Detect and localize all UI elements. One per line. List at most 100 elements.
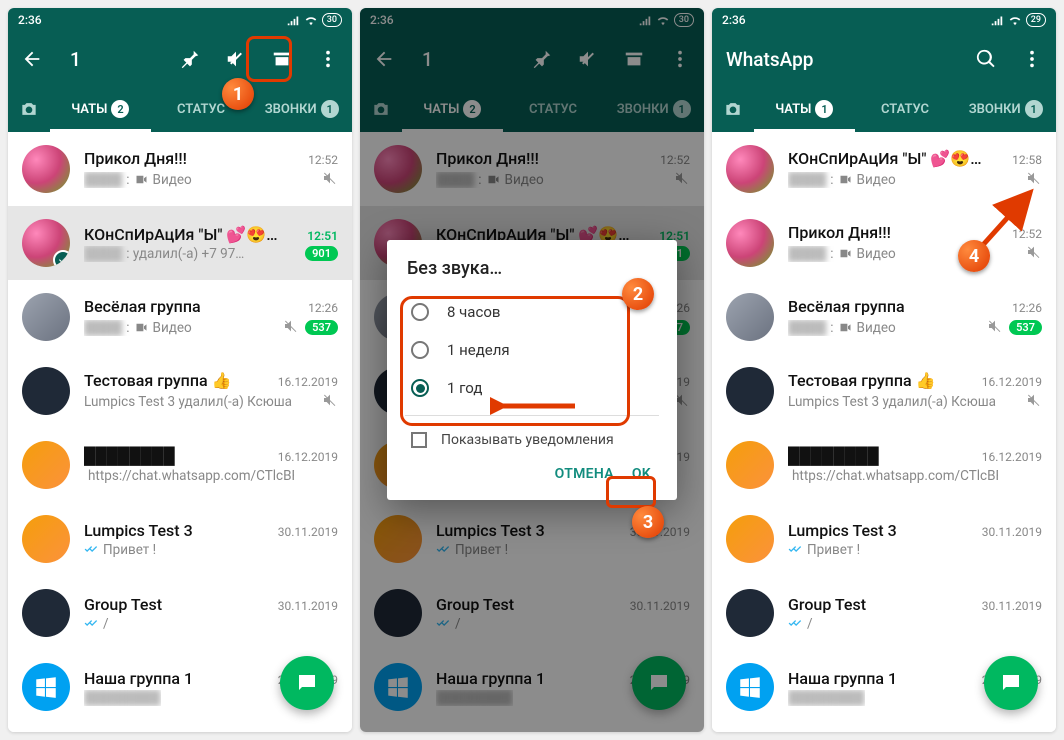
phone-screen-3: 2:36 29 WhatsApp ЧАТЫ1 СТАТУС ЗВОНКИ1 КО… (712, 8, 1056, 732)
cancel-button[interactable]: ОТМЕНА (555, 466, 614, 482)
chat-time: 12:26 (1012, 301, 1042, 315)
chat-list[interactable]: Прикол Дня!!!12:52████: ВидеоКОнСпИрАцИя… (8, 132, 352, 732)
chat-row[interactable]: ████████16.12.2019 https://chat.whatsapp… (8, 428, 352, 502)
signal-icon (286, 13, 300, 27)
chat-meta (322, 392, 338, 412)
chat-time: 30.11.2019 (278, 599, 338, 613)
signal-icon (990, 13, 1004, 27)
chat-row[interactable]: Lumpics Test 330.11.2019 Привет ! (8, 502, 352, 576)
app-title: WhatsApp (720, 48, 956, 71)
chat-snippet: Lumpics Test 3 удалил(-а) Ксюша (84, 394, 292, 410)
unread-badge: 537 (305, 320, 338, 335)
chat-title: Group Test (788, 595, 866, 614)
chat-snippet: ████: Видео (84, 320, 192, 336)
tab-camera[interactable] (712, 86, 754, 132)
chat-row[interactable]: Тестовая группа 👍16.12.2019Lumpics Test … (8, 354, 352, 428)
chat-snippet: Привет ! (84, 542, 156, 558)
callout-3: 3 (632, 506, 664, 538)
main-header: WhatsApp (712, 32, 1056, 86)
chat-time: 30.11.2019 (982, 525, 1042, 539)
tab-calls[interactable]: ЗВОНКИ1 (251, 86, 352, 132)
callout-1: 1 (222, 78, 254, 110)
chat-meta: 537 (283, 318, 338, 338)
chat-time: 16.12.2019 (982, 375, 1042, 389)
chat-snippet: / (788, 616, 813, 632)
chat-title: КОнСпИрАцИя "Ы" 💕😍😊👍 (788, 149, 998, 168)
avatar[interactable] (22, 441, 70, 489)
chat-meta: 537 (987, 318, 1042, 338)
chat-snippet: Привет ! (788, 542, 860, 558)
chat-title: ████████ (84, 446, 175, 466)
chat-row[interactable]: Group Test30.11.2019 / (8, 576, 352, 650)
chat-snippet: / (84, 616, 109, 632)
avatar[interactable] (726, 515, 774, 563)
statusbar-time: 2:36 (18, 13, 42, 27)
tab-status[interactable]: СТАТУС (855, 86, 956, 132)
chat-title: Тестовая группа 👍 (788, 371, 936, 390)
avatar[interactable] (22, 293, 70, 341)
tab-chats[interactable]: ЧАТЫ1 (754, 86, 855, 132)
chat-snippet: ████████ (788, 690, 865, 706)
avatar[interactable] (22, 515, 70, 563)
chat-row[interactable]: КОнСпИрАцИя "Ы" 💕😍😊👍12:51████: удалил(-а… (8, 206, 352, 280)
chat-row[interactable]: Тестовая группа 👍16.12.2019Lumpics Test … (712, 354, 1056, 428)
avatar[interactable] (726, 293, 774, 341)
callout-4: 4 (958, 240, 990, 272)
overflow-button[interactable] (312, 43, 344, 75)
avatar[interactable] (22, 219, 70, 267)
chat-meta (1026, 392, 1042, 412)
chat-title: Весёлая группа (788, 297, 905, 316)
chat-row[interactable]: ████████16.12.2019 https://chat.whatsapp… (712, 428, 1056, 502)
dialog-title: Без звука… (407, 258, 657, 279)
chat-snippet: ████: удалил(-а) +7 97… (84, 246, 244, 262)
chat-row[interactable]: Весёлая группа12:26████: Видео537 (8, 280, 352, 354)
chat-snippet: ████: Видео (788, 320, 896, 336)
tab-camera[interactable] (8, 86, 50, 132)
chat-title: ████████ (788, 446, 879, 466)
avatar[interactable] (726, 367, 774, 415)
chat-time: 16.12.2019 (982, 450, 1042, 464)
calls-badge: 1 (321, 100, 339, 118)
chat-title: Тестовая группа 👍 (84, 371, 232, 390)
chat-title: Весёлая группа (84, 297, 201, 316)
chat-time: 30.11.2019 (278, 525, 338, 539)
chat-row[interactable]: Group Test 30.11.2019 / (712, 576, 1056, 650)
avatar[interactable] (22, 367, 70, 415)
search-button[interactable] (970, 43, 1002, 75)
avatar[interactable] (22, 145, 70, 193)
chat-row[interactable]: Lumpics Test 330.11.2019 Привет ! (712, 502, 1056, 576)
avatar[interactable] (22, 589, 70, 637)
avatar[interactable] (726, 441, 774, 489)
avatar[interactable] (726, 589, 774, 637)
tab-chats[interactable]: ЧАТЫ2 (50, 86, 151, 132)
avatar[interactable] (726, 219, 774, 267)
chat-row[interactable]: Весёлая группа 12:26 ████: Видео 537 (712, 280, 1056, 354)
chat-snippet: ████: Видео (84, 172, 192, 188)
chat-title: Прикол Дня!!! (788, 223, 891, 242)
back-button[interactable] (16, 43, 48, 75)
chat-snippet: ████: Видео (788, 246, 896, 262)
chat-snippet: ████████ (84, 690, 161, 706)
pin-button[interactable] (174, 43, 206, 75)
tab-calls[interactable]: ЗВОНКИ1 (955, 86, 1056, 132)
battery-percent: 29 (1026, 13, 1046, 27)
chat-time: 30.11.2019 (982, 599, 1042, 613)
avatar[interactable] (726, 663, 774, 711)
statusbar: 2:36 30 (8, 8, 352, 32)
statusbar-time: 2:36 (722, 13, 746, 27)
chat-title: Наша группа 1 (84, 669, 193, 688)
chat-row[interactable]: Прикол Дня!!!12:52████: Видео (8, 132, 352, 206)
callout-2: 2 (622, 278, 654, 310)
chat-snippet: https://chat.whatsapp.com/CTlcBFu… (84, 468, 294, 484)
new-chat-fab[interactable] (280, 656, 334, 710)
show-notifications-checkbox[interactable]: Показывать уведомления (407, 424, 657, 454)
chat-title: Прикол Дня!!! (84, 149, 187, 168)
avatar[interactable] (726, 145, 774, 193)
overflow-button[interactable] (1016, 43, 1048, 75)
annotation-mute-outline (246, 36, 292, 82)
annotation-ok-outline (606, 476, 656, 508)
battery-percent: 30 (322, 13, 342, 27)
tabs: ЧАТЫ1 СТАТУС ЗВОНКИ1 (712, 86, 1056, 132)
new-chat-fab[interactable] (984, 656, 1038, 710)
avatar[interactable] (22, 663, 70, 711)
